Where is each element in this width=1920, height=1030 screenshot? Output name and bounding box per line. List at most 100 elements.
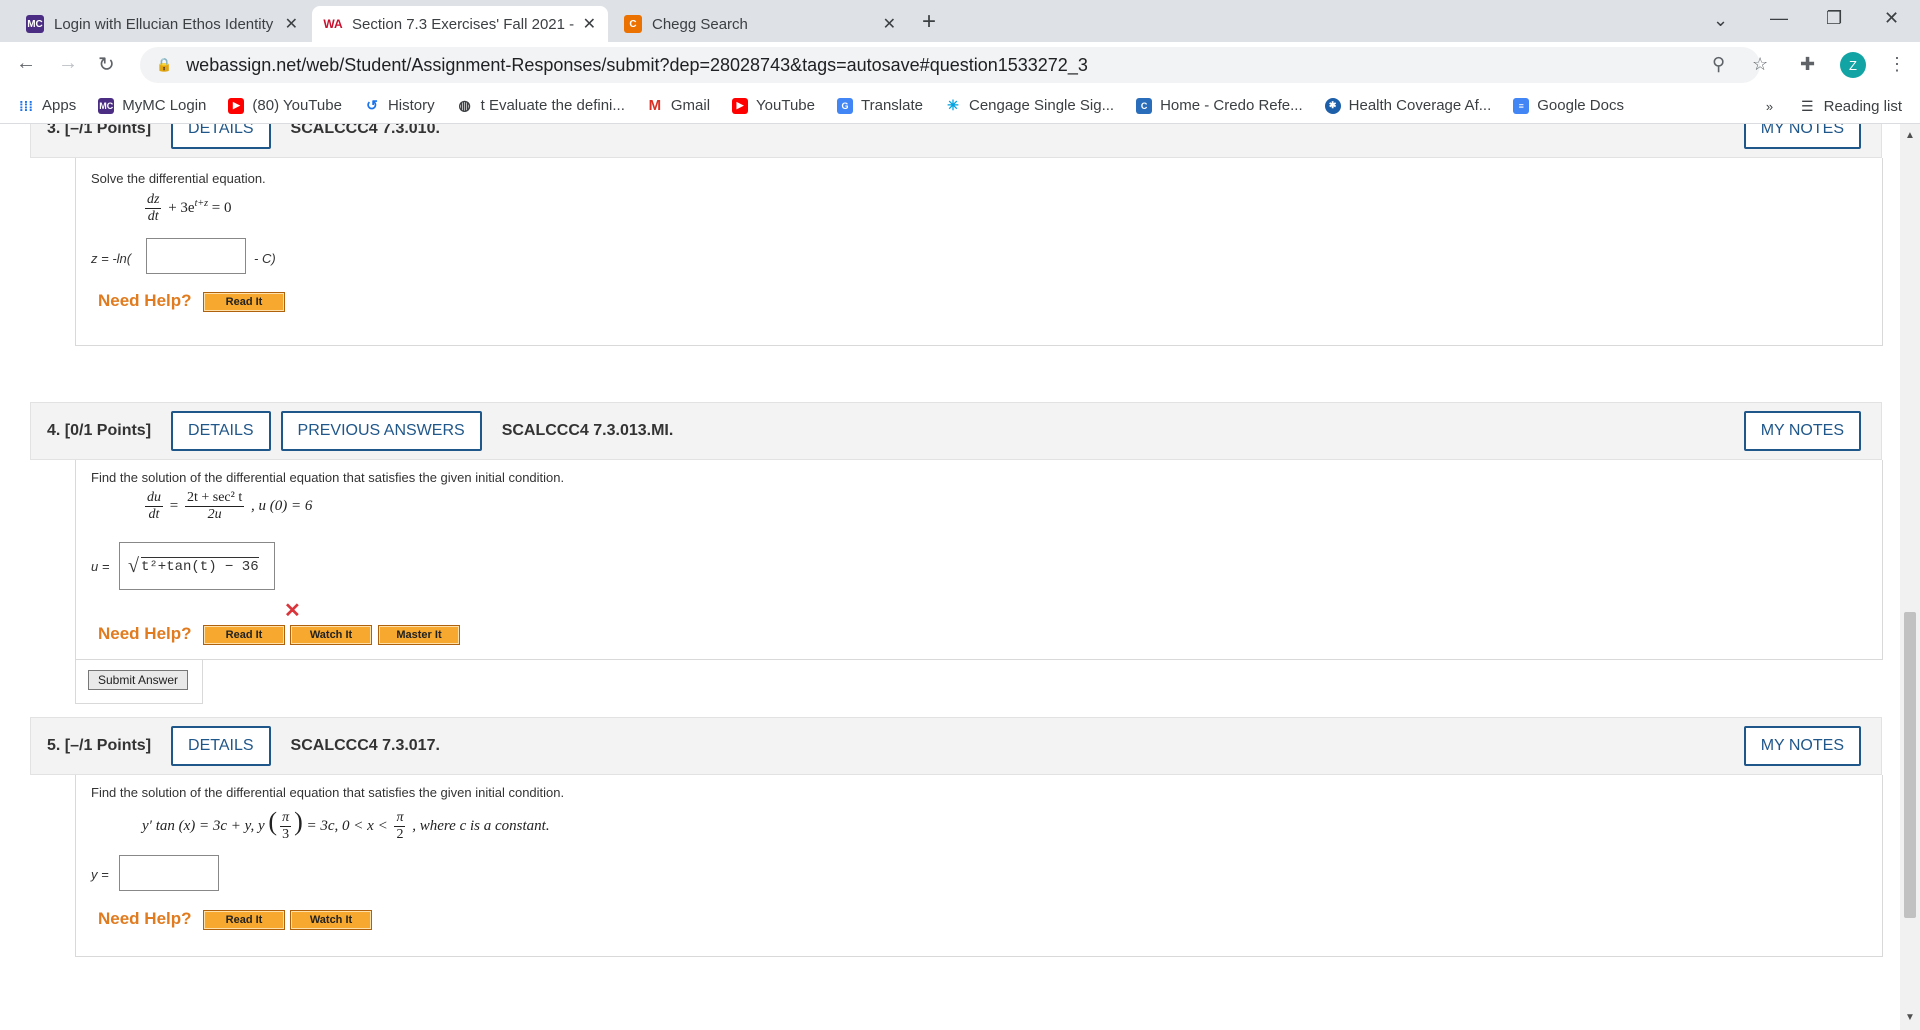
question-3-header: 3. [–/1 Points] DETAILS SCALCCC4 7.3.010… bbox=[30, 124, 1882, 158]
reading-list-icon: ☰ bbox=[1801, 97, 1814, 114]
bookmark-cengage[interactable]: ✳ Cengage Single Sig... bbox=[945, 97, 1114, 114]
close-tab-icon[interactable]: ✕ bbox=[285, 14, 298, 34]
gmail-icon: M bbox=[648, 97, 662, 114]
bookmark-label: Home - Credo Refe... bbox=[1160, 97, 1303, 114]
question-code: SCALCCC4 7.3.013.MI. bbox=[501, 422, 674, 439]
bookmark-youtube[interactable]: ▶ YouTube bbox=[732, 97, 815, 114]
need-help-label: Need Help? bbox=[98, 624, 192, 643]
reload-icon[interactable]: ↻ bbox=[98, 52, 115, 77]
read-it-button[interactable]: Read It bbox=[203, 625, 285, 645]
scrollbar-thumb[interactable] bbox=[1904, 612, 1916, 918]
mc-logo-icon: MC bbox=[98, 97, 115, 114]
question-points: 3. [–/1 Points] bbox=[47, 124, 152, 137]
question-code: SCALCCC4 7.3.017. bbox=[290, 737, 440, 754]
health-icon: ✱ bbox=[1324, 97, 1341, 114]
tab-webassign[interactable]: WA Section 7.3 Exercises' Fall 2021 - I … bbox=[312, 6, 608, 42]
read-it-button[interactable]: Read It bbox=[203, 292, 285, 312]
history-icon: ↺ bbox=[366, 97, 378, 113]
details-button[interactable]: DETAILS bbox=[171, 726, 271, 766]
tab-title: Login with Ellucian Ethos Identity bbox=[54, 15, 274, 33]
bookmarks-overflow-button[interactable]: » bbox=[1766, 99, 1773, 114]
bookmark-google-docs[interactable]: ≡ Google Docs bbox=[1513, 97, 1624, 114]
watch-it-button[interactable]: Watch It bbox=[290, 910, 372, 930]
bookmark-history[interactable]: ↺ History bbox=[364, 97, 435, 114]
bookmark-apps[interactable]: ⁞⁞⁞ Apps bbox=[18, 97, 76, 114]
zoom-icon[interactable]: ⚲ bbox=[1712, 54, 1725, 75]
youtube-icon: ▶ bbox=[228, 97, 245, 114]
need-help-label: Need Help? bbox=[98, 291, 192, 310]
details-button[interactable]: DETAILS bbox=[171, 124, 271, 149]
globe-icon: ◍ bbox=[458, 97, 471, 113]
my-notes-button[interactable]: MY NOTES bbox=[1743, 124, 1861, 149]
watch-it-button[interactable]: Watch It bbox=[290, 625, 372, 645]
tab-search-icon[interactable]: ⌄ bbox=[1713, 10, 1728, 31]
answer-input[interactable] bbox=[146, 238, 246, 274]
back-arrow-icon[interactable]: ← bbox=[16, 52, 36, 75]
new-tab-button[interactable]: + bbox=[922, 8, 936, 36]
youtube-icon: ▶ bbox=[732, 97, 749, 114]
master-it-button[interactable]: Master It bbox=[378, 625, 460, 645]
page-scrollbar[interactable]: ▲ ▼ bbox=[1900, 124, 1920, 1030]
bookmarks-bar: ⁞⁞⁞ Apps MC MyMC Login ▶ (80) YouTube ↺ Hist… bbox=[0, 88, 1920, 124]
scroll-up-arrow-icon[interactable]: ▲ bbox=[1905, 130, 1915, 141]
bookmark-mymc[interactable]: MC MyMC Login bbox=[98, 97, 206, 114]
bookmark-credo[interactable]: C Home - Credo Refe... bbox=[1136, 97, 1303, 114]
incorrect-x-icon: ✕ bbox=[284, 600, 301, 622]
translate-icon: G bbox=[837, 97, 853, 114]
differential-equation: du dt = 2t + sec² t 2u , u (0) = 6 bbox=[145, 490, 313, 522]
lock-icon: 🔒 bbox=[156, 57, 173, 72]
page-content: 3. [–/1 Points] DETAILS SCALCCC4 7.3.010… bbox=[0, 124, 1900, 1030]
mc-logo-icon: MC bbox=[26, 15, 44, 33]
close-tab-icon[interactable]: ✕ bbox=[883, 14, 896, 34]
apps-grid-icon: ⁞⁞⁞ bbox=[19, 97, 33, 114]
maximize-button[interactable]: ❐ bbox=[1826, 8, 1842, 29]
question-4-body: Find the solution of the differential eq… bbox=[75, 460, 1883, 660]
url-text: webassign.net/web/Student/Assignment-Res… bbox=[186, 54, 1088, 75]
address-bar[interactable]: 🔒 webassign.net/web/Student/Assignment-R… bbox=[140, 47, 1760, 83]
submit-answer-button[interactable]: Submit Answer bbox=[88, 670, 188, 690]
my-notes-button[interactable]: MY NOTES bbox=[1743, 726, 1861, 766]
bookmark-gmail[interactable]: M Gmail bbox=[647, 97, 710, 114]
bookmark-evaluate[interactable]: ◍ t Evaluate the defini... bbox=[457, 97, 625, 114]
answer-label: z = -ln( bbox=[91, 251, 132, 266]
bookmark-label: Apps bbox=[42, 97, 77, 114]
bookmark-youtube-80[interactable]: ▶ (80) YouTube bbox=[228, 97, 342, 114]
bookmark-star-icon[interactable]: ☆ bbox=[1752, 54, 1768, 75]
details-button[interactable]: DETAILS bbox=[171, 411, 271, 451]
extensions-puzzle-icon[interactable]: ✚ bbox=[1800, 54, 1815, 75]
browser-toolbar: ← → ↻ 🔒 webassign.net/web/Student/Assign… bbox=[0, 42, 1920, 88]
my-notes-button[interactable]: MY NOTES bbox=[1743, 411, 1861, 451]
question-prompt: Find the solution of the differential eq… bbox=[91, 470, 565, 485]
tab-chegg[interactable]: C Chegg Search ✕ bbox=[612, 6, 908, 42]
bookmark-label: YouTube bbox=[756, 97, 815, 114]
bookmark-label: History bbox=[387, 97, 435, 114]
profile-avatar[interactable]: Z bbox=[1840, 52, 1866, 78]
bookmark-translate[interactable]: G Translate bbox=[837, 97, 923, 114]
question-points: 5. [–/1 Points] bbox=[47, 737, 152, 754]
bookmark-health-coverage[interactable]: ✱ Health Coverage Af... bbox=[1324, 97, 1492, 114]
tab-ellucian-login[interactable]: MC Login with Ellucian Ethos Identity ✕ bbox=[14, 6, 310, 42]
minimize-button[interactable]: — bbox=[1770, 8, 1788, 29]
credo-icon: C bbox=[1136, 97, 1153, 114]
question-prompt: Find the solution of the differential eq… bbox=[91, 785, 565, 800]
answer-input[interactable] bbox=[119, 855, 219, 891]
forward-arrow-icon[interactable]: → bbox=[58, 52, 78, 75]
previous-answers-button[interactable]: PREVIOUS ANSWERS bbox=[280, 411, 482, 451]
tab-title: Section 7.3 Exercises' Fall 2021 - I bbox=[352, 15, 575, 33]
question-3-body: Solve the differential equation. dz dt + … bbox=[75, 158, 1883, 346]
need-help-label: Need Help? bbox=[98, 909, 192, 928]
answer-input[interactable]: √ t²+tan(t) − 36 bbox=[119, 542, 275, 590]
differential-equation: y′ tan (x) = 3c + y, y (π 3) = 3c, 0 < x … bbox=[142, 807, 550, 843]
bookmark-label: t Evaluate the defini... bbox=[480, 97, 625, 114]
reading-list-button[interactable]: Reading list bbox=[1824, 98, 1902, 115]
question-5-body: Find the solution of the differential eq… bbox=[75, 775, 1883, 957]
read-it-button[interactable]: Read It bbox=[203, 910, 285, 930]
bookmark-label: Health Coverage Af... bbox=[1348, 97, 1492, 114]
question-5-header: 5. [–/1 Points] DETAILS SCALCCC4 7.3.017… bbox=[30, 717, 1882, 775]
menu-kebab-icon[interactable]: ⋮ bbox=[1888, 54, 1906, 75]
close-window-button[interactable]: ✕ bbox=[1884, 8, 1899, 29]
webassign-logo-icon: WA bbox=[323, 15, 343, 33]
close-tab-icon[interactable]: ✕ bbox=[583, 14, 596, 34]
scroll-down-arrow-icon[interactable]: ▼ bbox=[1905, 1012, 1915, 1023]
answer-value: t²+tan(t) − 36 bbox=[140, 557, 259, 575]
